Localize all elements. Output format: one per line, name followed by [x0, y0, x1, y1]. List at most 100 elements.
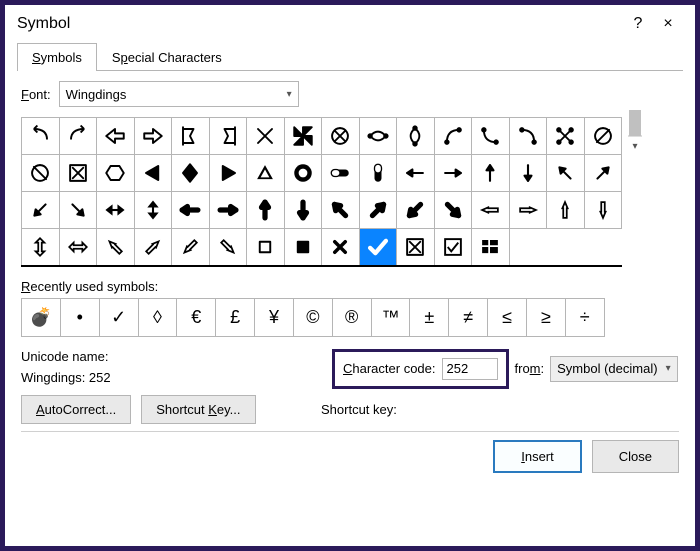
symbol-cell[interactable]: [247, 192, 285, 229]
close-button[interactable]: Close: [592, 440, 679, 473]
symbol-cell[interactable]: [397, 118, 435, 155]
symbol-cell[interactable]: [209, 155, 247, 192]
from-value: Symbol (decimal): [557, 361, 657, 376]
symbol-cell[interactable]: [359, 118, 397, 155]
symbol-cell[interactable]: [172, 155, 210, 192]
symbol-cell[interactable]: [547, 118, 585, 155]
recent-symbol-cell[interactable]: ≠: [449, 298, 488, 336]
symbol-cell[interactable]: [472, 118, 510, 155]
symbol-cell[interactable]: [397, 229, 435, 266]
recent-symbol-cell[interactable]: ©: [293, 298, 332, 336]
symbol-cell[interactable]: [472, 192, 510, 229]
recent-symbol-cell[interactable]: ≤: [488, 298, 527, 336]
font-dropdown[interactable]: Wingdings ▾: [59, 81, 299, 107]
symbol-cell[interactable]: [134, 229, 172, 266]
symbol-cell[interactable]: [322, 118, 360, 155]
tab-symbols[interactable]: Symbols: [17, 43, 97, 71]
symbol-cell[interactable]: [59, 229, 97, 266]
shortcut-key-button[interactable]: Shortcut Key...: [141, 395, 255, 424]
symbol-cell[interactable]: [509, 192, 547, 229]
symbol-cell[interactable]: [247, 118, 285, 155]
symbol-cell[interactable]: [284, 229, 322, 266]
symbol-cell[interactable]: [472, 155, 510, 192]
symbol-cell[interactable]: [584, 192, 622, 229]
symbol-cell[interactable]: [509, 155, 547, 192]
recent-symbol-cell[interactable]: £: [216, 298, 255, 336]
symbol-cell[interactable]: [97, 192, 135, 229]
unicode-name-label: Unicode name:: [21, 349, 316, 364]
symbol-cell[interactable]: [472, 229, 510, 266]
tab-special-characters[interactable]: Special Characters: [97, 43, 237, 71]
symbol-cell[interactable]: [172, 192, 210, 229]
symbol-cell[interactable]: [134, 118, 172, 155]
symbol-cell[interactable]: [359, 155, 397, 192]
symbol-cell[interactable]: [22, 118, 60, 155]
scroll-thumb[interactable]: [629, 110, 641, 136]
symbol-cell[interactable]: [509, 118, 547, 155]
symbol-cell[interactable]: [97, 229, 135, 266]
symbol-cell[interactable]: [97, 155, 135, 192]
recent-symbol-cell[interactable]: ±: [410, 298, 449, 336]
grid-scrollbar[interactable]: ▴ ▾: [626, 117, 644, 155]
character-code-input[interactable]: [442, 358, 498, 380]
symbol-cell[interactable]: [134, 155, 172, 192]
recent-symbol-cell[interactable]: ¥: [255, 298, 294, 336]
recent-symbols-grid[interactable]: 💣•✓◊€£¥©®™±≠≤≥÷: [21, 298, 643, 337]
from-dropdown[interactable]: Symbol (decimal) ▾: [550, 356, 677, 382]
symbol-grid[interactable]: [21, 117, 622, 267]
symbol-cell[interactable]: [247, 155, 285, 192]
recent-symbol-cell[interactable]: ◊: [138, 298, 177, 336]
symbol-cell[interactable]: [434, 118, 472, 155]
symbol-cell[interactable]: [284, 118, 322, 155]
symbol-cell[interactable]: [209, 118, 247, 155]
symbol-cell[interactable]: [172, 118, 210, 155]
symbol-cell[interactable]: [209, 192, 247, 229]
font-label: Font:: [21, 87, 51, 102]
symbol-cell[interactable]: [584, 155, 622, 192]
from-label: from:: [515, 361, 545, 376]
recent-symbol-cell[interactable]: ™: [371, 298, 410, 336]
symbol-cell[interactable]: [434, 155, 472, 192]
symbol-cell[interactable]: [397, 192, 435, 229]
symbol-cell[interactable]: [284, 192, 322, 229]
symbol-cell[interactable]: [584, 118, 622, 155]
symbol-cell: [509, 229, 547, 266]
symbol-cell[interactable]: [59, 118, 97, 155]
symbol-cell[interactable]: [322, 155, 360, 192]
symbol-cell[interactable]: [97, 118, 135, 155]
symbol-cell[interactable]: [284, 155, 322, 192]
symbol-cell[interactable]: [434, 229, 472, 266]
recent-symbol-cell[interactable]: ≥: [526, 298, 565, 336]
symbol-cell[interactable]: [22, 192, 60, 229]
symbol-cell[interactable]: [434, 192, 472, 229]
symbol-cell[interactable]: [322, 192, 360, 229]
symbol-cell[interactable]: [22, 155, 60, 192]
symbol-cell[interactable]: [359, 192, 397, 229]
symbol-cell[interactable]: [322, 229, 360, 266]
symbol-cell[interactable]: [397, 155, 435, 192]
symbol-cell[interactable]: [209, 229, 247, 266]
autocorrect-button[interactable]: AutoCorrect...: [21, 395, 131, 424]
symbol-cell[interactable]: [547, 192, 585, 229]
recent-label: Recently used symbols:: [21, 279, 679, 294]
insert-button[interactable]: Insert: [493, 440, 582, 473]
close-icon[interactable]: ×: [653, 15, 683, 33]
symbol-cell[interactable]: [359, 229, 397, 266]
character-code-box: Character code:: [332, 349, 509, 389]
recent-symbol-cell[interactable]: €: [177, 298, 216, 336]
recent-symbol-cell[interactable]: ®: [332, 298, 371, 336]
recent-symbol-cell[interactable]: ✓: [99, 298, 138, 336]
scroll-down-icon[interactable]: ▾: [626, 137, 644, 155]
symbol-cell[interactable]: [59, 155, 97, 192]
help-icon[interactable]: ?: [623, 15, 653, 33]
symbol-cell[interactable]: [22, 229, 60, 266]
symbol-cell[interactable]: [172, 229, 210, 266]
symbol-cell: [547, 229, 585, 266]
symbol-cell[interactable]: [547, 155, 585, 192]
symbol-cell[interactable]: [247, 229, 285, 266]
recent-symbol-cell[interactable]: •: [60, 298, 99, 336]
recent-symbol-cell[interactable]: ÷: [565, 298, 604, 336]
symbol-cell[interactable]: [59, 192, 97, 229]
recent-symbol-cell[interactable]: 💣: [22, 298, 61, 336]
symbol-cell[interactable]: [134, 192, 172, 229]
